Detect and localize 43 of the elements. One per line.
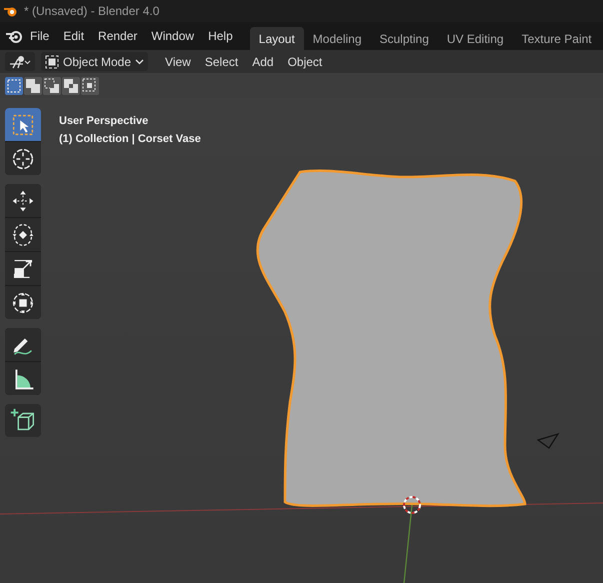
tool-button[interactable] [5, 218, 41, 251]
mode-dropdown[interactable]: Object Mode [41, 52, 148, 71]
axes-icon [9, 54, 31, 68]
menu-item[interactable]: Render [91, 29, 144, 43]
object-info-label: (1) Collection | Corset Vase [59, 132, 201, 147]
workspace-tab[interactable]: Texture Paint [512, 27, 601, 50]
menu-item[interactable]: Window [144, 29, 202, 43]
workspace-tab[interactable]: UV Editing [438, 27, 513, 50]
window-title: * (Unsaved) - Blender 4.0 [24, 4, 160, 18]
tool-button[interactable] [5, 404, 41, 437]
3d-cursor-icon [403, 496, 421, 514]
select-mode-button[interactable] [5, 76, 23, 94]
tool-button[interactable] [5, 142, 41, 175]
select-mode-button[interactable] [43, 76, 61, 94]
editor-type-dropdown[interactable] [5, 52, 35, 71]
selection-mode-icon [6, 78, 22, 94]
menu-item[interactable]: View [158, 54, 198, 68]
chevron-down-icon [135, 58, 144, 64]
menu-item[interactable]: Select [198, 54, 246, 68]
object-icon [45, 54, 59, 68]
select-mode-button[interactable] [24, 76, 42, 94]
selection-mode-icon [63, 78, 79, 94]
tool-button[interactable] [5, 184, 41, 217]
selection-mode-icon [82, 78, 98, 94]
workspace-tab[interactable]: Modeling [304, 27, 370, 50]
select-mode-button[interactable] [62, 76, 80, 94]
tool-button[interactable] [5, 328, 41, 361]
select-mode-button[interactable] [81, 76, 99, 94]
selection-mode-icon [44, 78, 60, 94]
app-logo-icon [4, 5, 18, 17]
tool-button[interactable] [5, 286, 41, 319]
app-logo-icon[interactable] [5, 29, 23, 43]
menu-item[interactable]: Help [201, 29, 240, 43]
menu-item[interactable]: Edit [56, 29, 92, 43]
view-name-label: User Perspective [59, 114, 150, 129]
workspace-tab[interactable]: Layout [250, 27, 304, 50]
workspace-tab[interactable]: Sculpting [370, 27, 438, 50]
tool-button[interactable] [5, 362, 41, 395]
menu-item[interactable]: Object [280, 54, 330, 68]
menu-item[interactable]: Add [245, 54, 281, 68]
tool-button[interactable] [5, 252, 41, 285]
selection-mode-icon [25, 78, 41, 94]
menu-item[interactable]: File [23, 29, 56, 43]
